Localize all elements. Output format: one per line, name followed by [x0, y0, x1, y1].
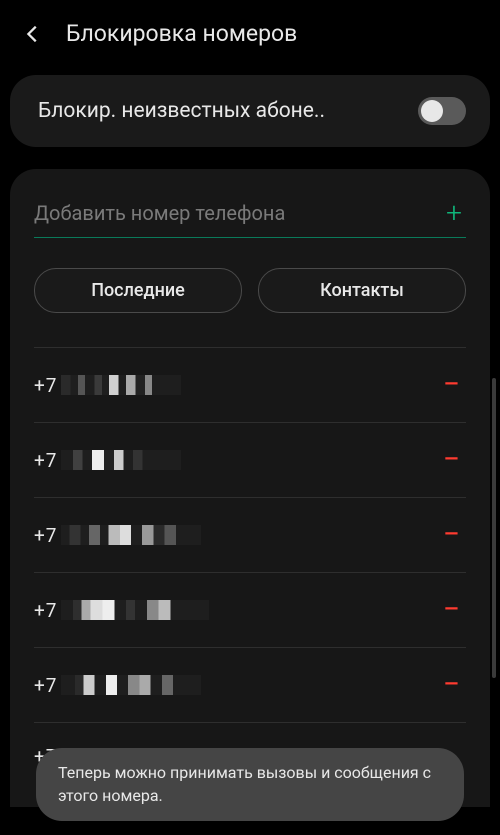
add-number-input[interactable]: Добавить номер телефона [34, 201, 442, 225]
blocked-number-text: +7 [34, 374, 181, 397]
redacted-number [61, 675, 201, 695]
blocked-number-list: +7 − +7 − +7 − +7 − [34, 347, 466, 768]
plus-icon[interactable]: + [442, 199, 466, 227]
header: Блокировка номеров [0, 0, 500, 75]
blocked-number-text: +7 [34, 599, 209, 622]
add-number-input-row[interactable]: Добавить номер телефона + [34, 199, 466, 238]
block-unknown-label: Блокир. неизвестных абоне.. [38, 99, 406, 123]
blocked-number-text: +7 [34, 449, 181, 472]
remove-icon[interactable]: − [441, 670, 462, 700]
source-pill-row: Последние Контакты [34, 268, 466, 313]
remove-icon[interactable]: − [441, 445, 462, 475]
blocked-number-text: +7 [34, 524, 201, 547]
remove-icon[interactable]: − [441, 595, 462, 625]
contacts-button[interactable]: Контакты [258, 268, 466, 313]
redacted-number [61, 450, 181, 470]
page-title: Блокировка номеров [66, 20, 297, 47]
main-card: Добавить номер телефона + Последние Конт… [10, 169, 490, 807]
blocked-number-row[interactable]: +7 − [34, 348, 466, 423]
block-unknown-toggle-row[interactable]: Блокир. неизвестных абоне.. [10, 75, 490, 147]
recent-button[interactable]: Последние [34, 268, 242, 313]
toast-notification: Теперь можно принимать вызовы и сообщени… [36, 748, 464, 821]
remove-icon[interactable]: − [441, 520, 462, 550]
blocked-number-row[interactable]: +7 − [34, 573, 466, 648]
blocked-number-row[interactable]: +7 − [34, 498, 466, 573]
blocked-number-row[interactable]: +7 − [34, 423, 466, 498]
redacted-number [61, 375, 181, 395]
toast-message: Теперь можно принимать вызовы и сообщени… [58, 763, 431, 804]
scrollbar[interactable] [492, 378, 496, 678]
toggle-switch[interactable] [418, 97, 466, 125]
remove-icon[interactable]: − [441, 370, 462, 400]
redacted-number [61, 525, 201, 545]
redacted-number [61, 600, 209, 620]
blocked-number-row[interactable]: +7 − [34, 648, 466, 723]
toggle-thumb [421, 100, 443, 122]
blocked-number-text: +7 [34, 674, 201, 697]
back-icon[interactable] [22, 23, 44, 45]
